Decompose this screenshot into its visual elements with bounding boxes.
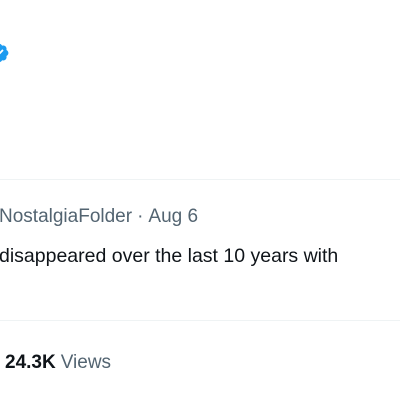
- tweet-date[interactable]: Aug 6: [148, 206, 198, 227]
- verified-badge-icon: [0, 43, 9, 63]
- tweet-view: NostalgiaFolder · Aug 6 disappeared over t…: [0, 0, 400, 400]
- author-handle[interactable]: NostalgiaFolder: [0, 206, 132, 227]
- tweet-meta: NostalgiaFolder · Aug 6: [0, 205, 198, 229]
- views-label: Views: [60, 352, 112, 373]
- tweet-text: disappeared over the last 10 years with: [0, 245, 339, 267]
- views-count: 24.3K: [5, 352, 56, 373]
- tweet-divider-top: [0, 179, 400, 180]
- meta-separator: ·: [137, 206, 144, 227]
- views-stat[interactable]: 24.3K Views: [5, 351, 111, 375]
- tweet-divider-bottom: [0, 320, 400, 321]
